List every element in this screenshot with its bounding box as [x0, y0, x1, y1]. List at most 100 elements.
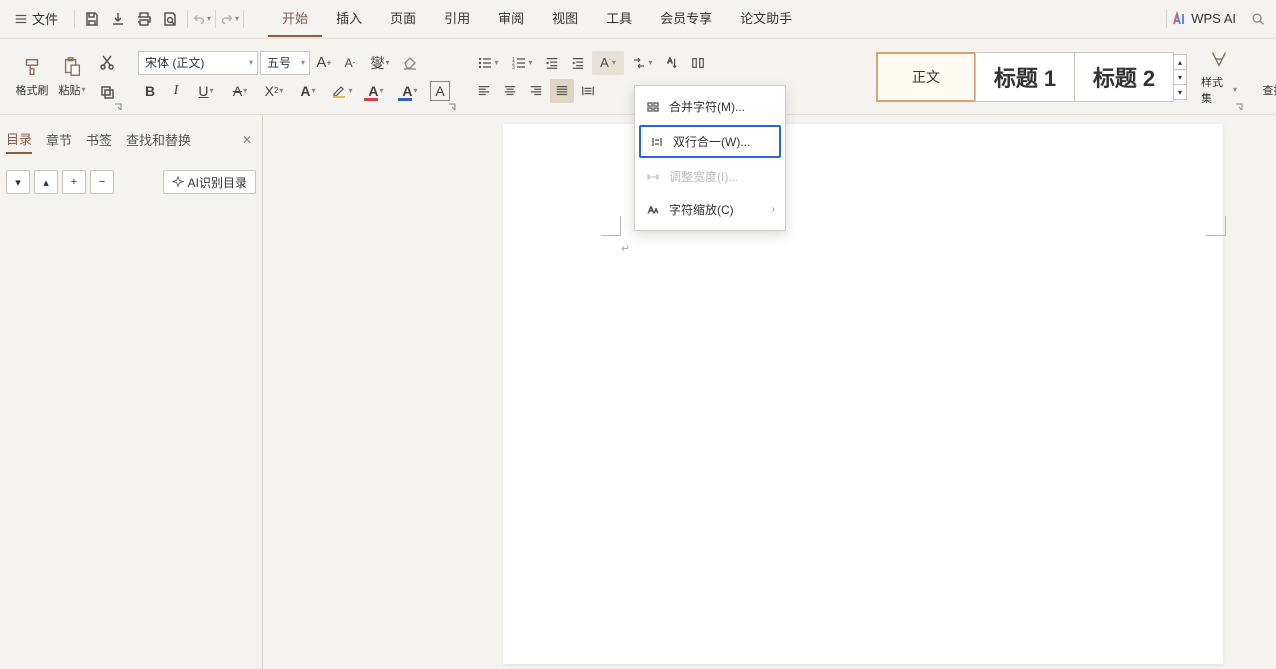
toc-add-button[interactable]: + — [62, 170, 86, 194]
align-center-button[interactable] — [498, 79, 522, 103]
menu-merge-label: 合并字符(M)... — [669, 98, 745, 115]
two-lines-icon — [649, 134, 665, 150]
text-direction-button[interactable]: ▾ — [626, 51, 658, 75]
divider — [243, 10, 244, 28]
char-border-button[interactable]: A — [430, 81, 450, 101]
strikethrough-button[interactable]: A▾ — [224, 79, 256, 103]
chevron-down-icon: ▾ — [648, 58, 652, 67]
style-gallery-expand[interactable]: ▾ — [1173, 84, 1187, 100]
tab-review[interactable]: 审阅 — [484, 0, 538, 37]
redo-button[interactable]: ▾ — [220, 12, 239, 26]
underline-button[interactable]: U▾ — [190, 79, 222, 103]
print-preview-icon[interactable] — [157, 6, 183, 32]
chevron-down-icon: ▾ — [528, 58, 532, 67]
tab-tools[interactable]: 工具 — [592, 0, 646, 37]
undo-button[interactable]: ▾ — [192, 12, 211, 26]
toc-expand-button[interactable]: ▾ — [6, 170, 30, 194]
bullets-button[interactable]: ▾ — [472, 51, 504, 75]
find-replace-label: 查找替换 — [1262, 82, 1276, 98]
style-scroll-up[interactable]: ▴ — [1173, 54, 1187, 70]
wps-ai-icon — [1171, 11, 1187, 27]
chevron-down-icon: ▾ — [385, 58, 389, 67]
toc-remove-button[interactable]: − — [90, 170, 114, 194]
columns-button[interactable] — [686, 51, 710, 75]
menu-two-lines-in-one[interactable]: 双行合一(W)... — [639, 125, 781, 158]
cut-icon[interactable] — [96, 51, 118, 73]
clipboard-launcher[interactable] — [114, 100, 124, 110]
font-size-selector[interactable]: 五号▾ — [260, 51, 310, 75]
search-icon[interactable] — [1246, 7, 1270, 31]
change-case-button[interactable]: 燮▾ — [364, 51, 396, 75]
page-margin-corner — [601, 216, 621, 236]
export-icon[interactable] — [105, 6, 131, 32]
text-effect-button[interactable]: A▾ — [292, 79, 324, 103]
font-color-button[interactable]: A▾ — [360, 79, 392, 103]
format-painter-button[interactable]: 格式刷 — [12, 52, 52, 102]
panel-tab-chapter[interactable]: 章节 — [46, 126, 72, 153]
styles-launcher[interactable] — [1235, 100, 1245, 110]
tab-paper[interactable]: 论文助手 — [726, 0, 806, 37]
menu-fit-width-label: 调整宽度(I)... — [669, 168, 738, 185]
decrease-indent-button[interactable] — [540, 51, 564, 75]
align-justify-button[interactable] — [550, 79, 574, 103]
document-page[interactable]: ↵ — [503, 124, 1223, 664]
increase-font-button[interactable]: A+ — [312, 51, 336, 75]
numbering-button[interactable]: 123▾ — [506, 51, 538, 75]
panel-close-icon[interactable]: ✕ — [238, 133, 256, 147]
tab-reference[interactable]: 引用 — [430, 0, 484, 37]
find-replace-button[interactable]: 查找替换▾ — [1259, 52, 1276, 102]
ai-toc-button[interactable]: AI识别目录 — [163, 170, 256, 194]
align-right-button[interactable] — [524, 79, 548, 103]
menu-char-scale[interactable]: AA 字符缩放(C) › — [635, 193, 785, 226]
chevron-down-icon: ▾ — [81, 85, 85, 94]
panel-tab-toc[interactable]: 目录 — [6, 125, 32, 154]
increase-indent-button[interactable] — [566, 51, 590, 75]
chevron-down-icon: ▾ — [210, 86, 214, 95]
wps-ai-button[interactable]: WPS AI — [1171, 11, 1236, 27]
align-distribute-button[interactable] — [576, 79, 600, 103]
chevron-down-icon: ▾ — [249, 58, 253, 67]
divider — [187, 10, 188, 28]
format-painter-label: 格式刷 — [16, 82, 49, 98]
print-icon[interactable] — [131, 6, 157, 32]
paste-icon — [61, 56, 83, 78]
file-menu-button[interactable]: 文件 — [6, 5, 66, 32]
text-shading-button[interactable]: A▾ — [394, 79, 426, 103]
tab-page[interactable]: 页面 — [376, 0, 430, 37]
style-set-button[interactable]: 样式集▾ — [1199, 44, 1239, 110]
menu-merge-characters[interactable]: 合并字符(M)... — [635, 90, 785, 123]
style-body[interactable]: 正文 — [876, 52, 976, 102]
paragraph-mark: ↵ — [621, 242, 630, 255]
paste-label: 粘贴 — [58, 82, 80, 98]
italic-button[interactable]: I — [164, 79, 188, 103]
style-scroll-down[interactable]: ▾ — [1173, 69, 1187, 85]
panel-tab-find-replace[interactable]: 查找和替换 — [126, 126, 191, 153]
wps-ai-label: WPS AI — [1191, 11, 1236, 26]
ai-toc-label: AI识别目录 — [188, 174, 247, 191]
chevron-down-icon: ▾ — [414, 86, 418, 95]
align-left-button[interactable] — [472, 79, 496, 103]
highlight-button[interactable]: ▾ — [326, 79, 358, 103]
save-icon[interactable] — [79, 6, 105, 32]
tab-view[interactable]: 视图 — [538, 0, 592, 37]
toc-collapse-button[interactable]: ▴ — [34, 170, 58, 194]
font-launcher[interactable] — [448, 100, 458, 110]
bold-button[interactable]: B — [138, 79, 162, 103]
tab-insert[interactable]: 插入 — [322, 0, 376, 37]
tab-member[interactable]: 会员专享 — [646, 0, 726, 37]
paste-button[interactable]: 粘贴▾ — [52, 52, 92, 102]
style-heading1[interactable]: 标题 1 — [975, 52, 1075, 102]
superscript-button[interactable]: X2▾ — [258, 79, 290, 103]
style-heading2[interactable]: 标题 2 — [1074, 52, 1174, 102]
vertical-text-button[interactable]: A — [660, 51, 684, 75]
chevron-down-icon: ▾ — [235, 14, 239, 23]
decrease-font-button[interactable]: A- — [338, 51, 362, 75]
style-set-label: 样式集 — [1201, 74, 1232, 106]
chevron-right-icon: › — [772, 204, 775, 215]
divider — [74, 10, 75, 28]
asian-layout-button[interactable]: Aᐧ▾ — [592, 51, 624, 75]
font-name-selector[interactable]: 宋体 (正文)▾ — [138, 51, 258, 75]
panel-tab-bookmark[interactable]: 书签 — [86, 126, 112, 153]
tab-start[interactable]: 开始 — [268, 0, 322, 37]
clear-format-button[interactable] — [398, 51, 422, 75]
